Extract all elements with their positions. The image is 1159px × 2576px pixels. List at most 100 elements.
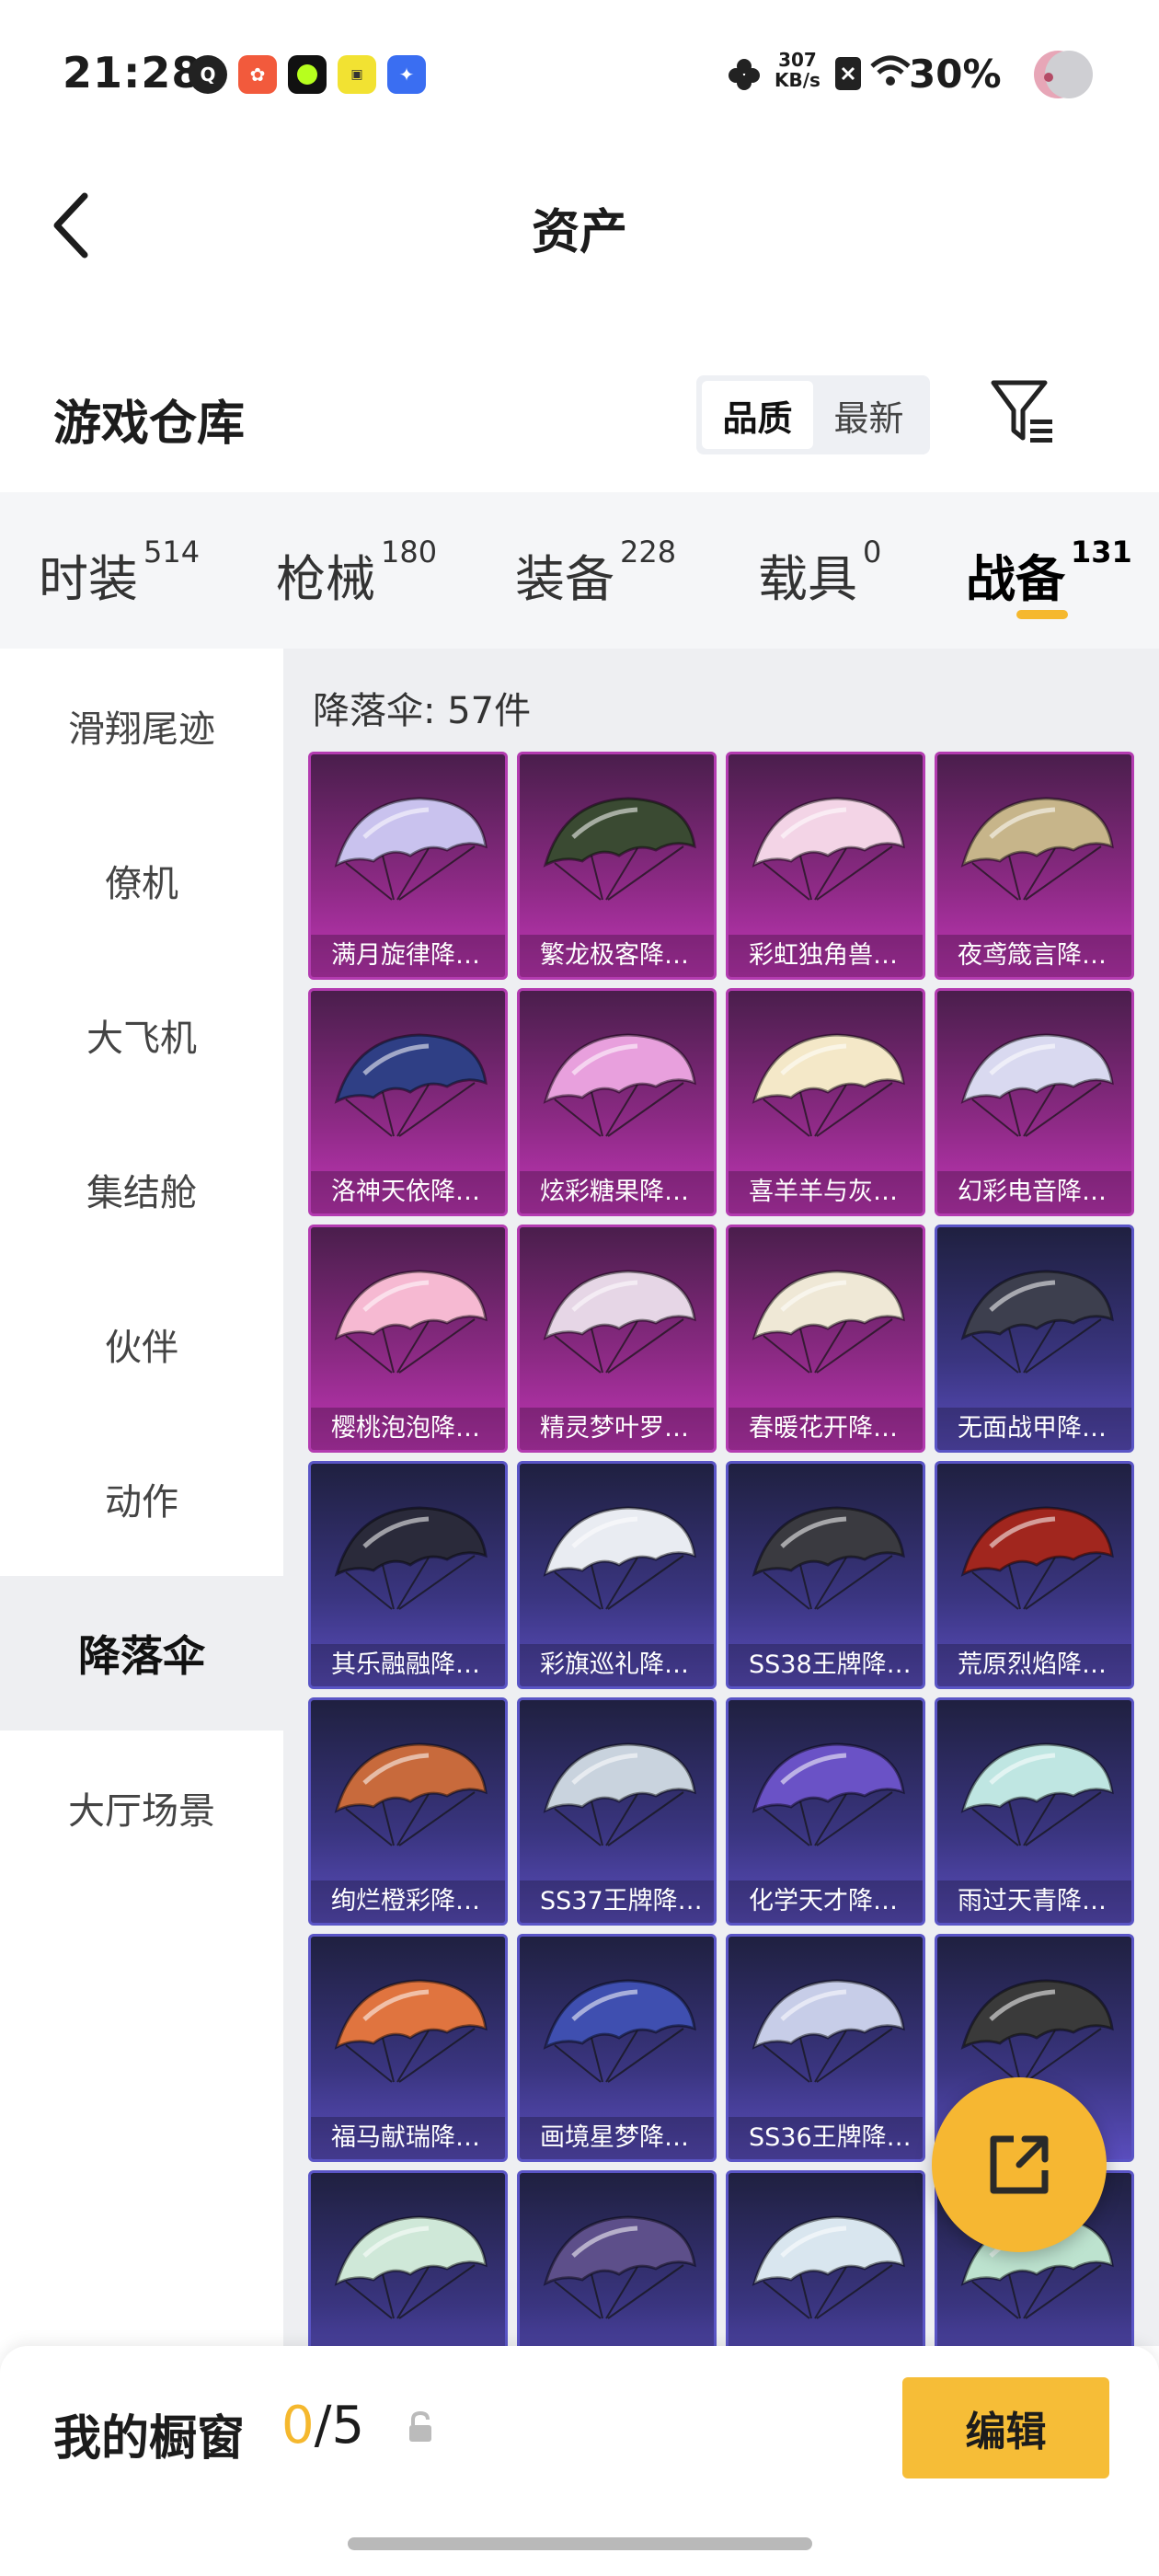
parachute-name: 精灵梦叶罗… [520,1408,714,1450]
kuaishou-icon: ✿ [238,55,277,94]
parachute-image [960,1742,1114,1846]
sidebar-item-pod[interactable]: 集结舱 [0,1112,283,1267]
parachute-card[interactable]: 精灵梦叶罗… [517,1225,717,1453]
parachute-image [960,1270,1114,1374]
sidebar-item-airplane[interactable]: 大飞机 [0,958,283,1112]
parachute-card[interactable]: 化学天才降… [726,1697,925,1926]
sort-option-newest[interactable]: 最新 [813,381,924,449]
parachute-card[interactable]: 夜鸢箴言降… [935,752,1134,980]
parachute-image [334,1979,488,2083]
parachute-image [752,797,905,901]
parachute-name: 炫彩糖果降… [520,1171,714,1213]
parachute-card[interactable] [726,2170,925,2346]
parachute-name: 化学天才降… [729,1880,923,1923]
tab-firearms[interactable]: 枪械 180 [276,535,437,611]
yellow-app-icon: ▣ [338,55,376,94]
parachute-card[interactable]: 画境星梦降… [517,1934,717,2162]
parachute-name: SS37王牌降… [520,1880,714,1923]
parachute-card[interactable]: 福马献瑞降… [308,1934,508,2162]
parachute-card[interactable]: 炫彩糖果降… [517,988,717,1216]
parachute-image [960,1033,1114,1137]
sort-option-quality[interactable]: 品质 [702,381,813,449]
sidebar-item-glide-trail[interactable]: 滑翔尾迹 [0,649,283,803]
parachute-card[interactable]: 洛神天依降… [308,988,508,1216]
parachute-card[interactable]: SS37王牌降… [517,1697,717,1926]
sidebar-item-parachute[interactable]: 降落伞 [0,1576,283,1731]
parachute-card[interactable] [308,2170,508,2346]
parachute-name: 雨过天青降… [937,1880,1131,1923]
active-tab-indicator [1016,610,1068,619]
parachute-name: 幻彩电音降… [937,1171,1131,1213]
parachute-card[interactable]: 绚烂橙彩降… [308,1697,508,1926]
tab-equipment[interactable]: 装备 228 [515,535,677,611]
parachute-name: 画境星梦降… [520,2117,714,2159]
parachute-image [960,797,1114,901]
status-bar: 21:28 Q ✿ ▣ ✦ 307 KB/s 30% [0,0,1159,138]
parachute-card[interactable]: 彩旗巡礼降… [517,1461,717,1689]
tab-label: 装备 [515,550,614,608]
parachute-card[interactable]: 春暖花开降… [726,1225,925,1453]
filter-icon[interactable] [990,379,1056,443]
parachute-card[interactable]: 无面战甲降… [935,1225,1134,1453]
parachute-card[interactable]: 樱桃泡泡降… [308,1225,508,1453]
parachute-card[interactable] [517,2170,717,2346]
parachute-image [334,1270,488,1374]
parachute-name: SS36王牌降… [729,2117,923,2159]
parachute-card[interactable]: SS36王牌降… [726,1934,925,2162]
sidebar-item-wingman[interactable]: 僚机 [0,803,283,958]
parachute-image [334,1742,488,1846]
home-indicator[interactable] [348,2537,812,2550]
sidebar: 滑翔尾迹 僚机 大飞机 集结舱 伙伴 动作 降落伞 大厅场景 [0,649,283,2576]
parachute-image [960,1506,1114,1610]
parachute-name: 其乐融融降… [311,1644,505,1686]
q-app-icon: Q [189,55,227,94]
parachute-card[interactable]: 雨过天青降… [935,1697,1134,1926]
sort-toggle: 品质 最新 [696,375,930,454]
parachute-name: 绚烂橙彩降… [311,1880,505,1923]
parachute-card[interactable]: SS38王牌降… [726,1461,925,1689]
parachute-image [752,1033,905,1137]
tab-label: 时装 [39,550,138,608]
parachute-card[interactable]: 其乐融融降… [308,1461,508,1689]
parachute-image [334,1033,488,1137]
tab-tactical[interactable]: 战备 131 [966,535,1132,611]
sidebar-item-partner[interactable]: 伙伴 [0,1267,283,1421]
parachute-name: 无面战甲降… [937,1408,1131,1450]
lock-icon [409,2410,431,2442]
tab-count: 0 [863,535,882,569]
parachute-card[interactable]: 喜羊羊与灰… [726,988,925,1216]
parachute-image [543,797,696,901]
parachute-image [543,1033,696,1137]
parachute-name: 彩虹独角兽… [729,935,923,977]
sidebar-item-emote[interactable]: 动作 [0,1421,283,1576]
parachute-card[interactable]: 幻彩电音降… [935,988,1134,1216]
tab-fashion[interactable]: 时装 514 [39,535,200,611]
sim-off-icon [835,57,861,90]
parachute-card[interactable]: 彩虹独角兽… [726,752,925,980]
sidebar-item-lobby-scene[interactable]: 大厅场景 [0,1731,283,1885]
parachute-name: 洛神天依降… [311,1171,505,1213]
edit-button[interactable]: 编辑 [902,2377,1109,2478]
parachute-image [543,1506,696,1610]
parachute-card[interactable]: 繁龙极客降… [517,752,717,980]
parachute-image [334,2215,488,2319]
status-right: 307 KB/s 30% [699,46,1159,110]
share-button[interactable] [932,2077,1107,2252]
parachute-image [543,1270,696,1374]
parachute-image [334,1506,488,1610]
tab-count: 228 [620,535,677,569]
parachute-name: 福马献瑞降… [311,2117,505,2159]
parachute-image [543,1979,696,2083]
showcase-count: 0/5 [281,2396,364,2455]
page-title: 资产 [531,205,627,260]
parachute-name: 春暖花开降… [729,1408,923,1450]
parachute-image [752,2215,905,2319]
showcase-total: /5 [314,2396,365,2455]
flower-icon [729,59,760,90]
blue-app-icon: ✦ [387,55,426,94]
parachute-card[interactable]: 满月旋律降… [308,752,508,980]
tab-vehicles[interactable]: 载具 0 [758,535,882,611]
parachute-name: 满月旋律降… [311,935,505,977]
parachute-card[interactable]: 荒原烈焰降… [935,1461,1134,1689]
showcase-bar: 我的橱窗 0/5 编辑 [0,2346,1159,2576]
